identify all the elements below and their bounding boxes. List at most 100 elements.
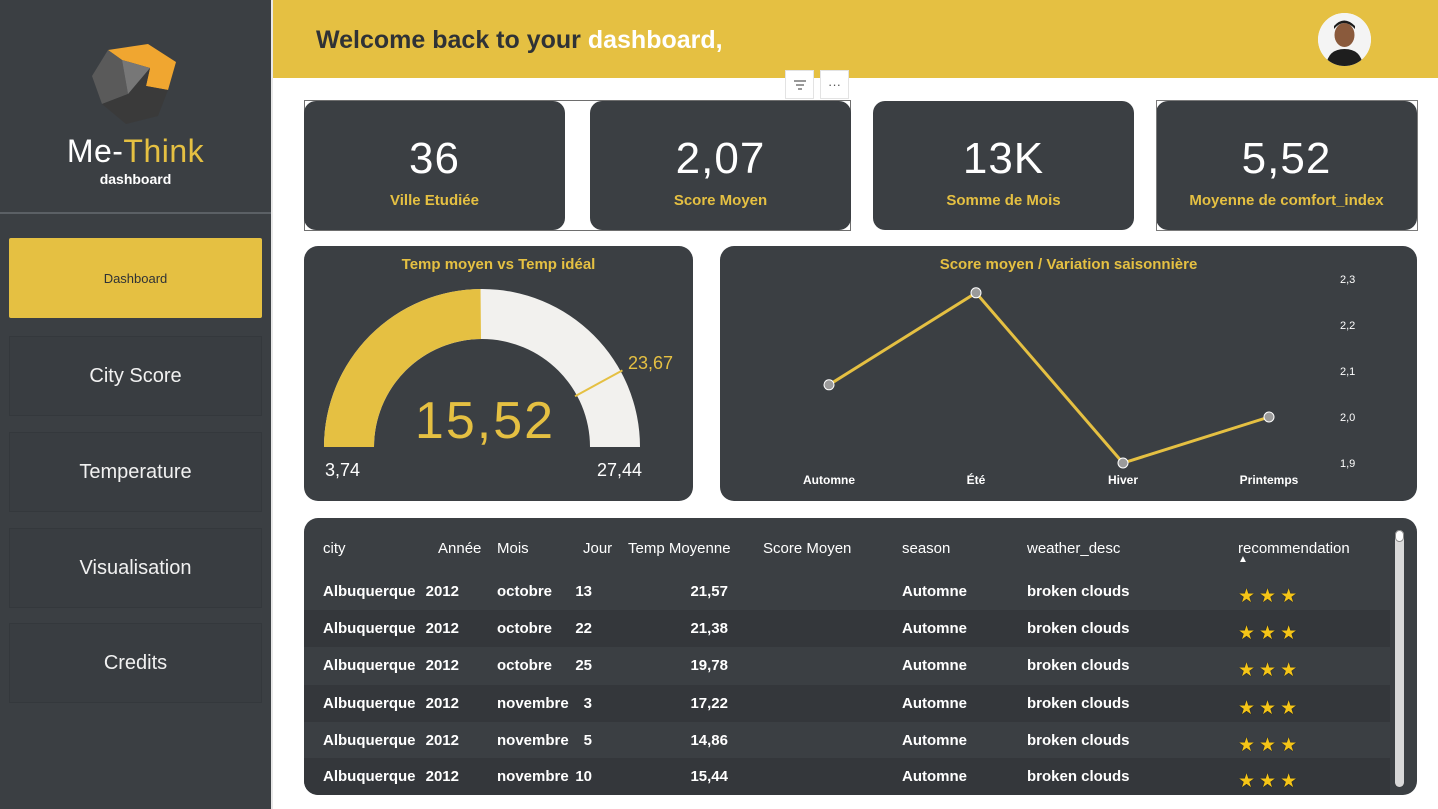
gauge-target-label: 23,67 [628,353,673,373]
table-row[interactable]: Albuquerque 2012 octobre 22 21,38 Automne brok… [304,610,1390,647]
table-cell: 13 [575,583,592,600]
table-cell: broken clouds [1027,732,1130,749]
y-tick-label: 2,3 [1340,274,1355,286]
y-tick-label: 2,0 [1340,412,1355,424]
table-cell: 10 [575,768,592,785]
column-header-temp-moyenne[interactable]: Temp Moyenne [628,540,731,557]
gauge-min-label: 3,74 [325,460,360,480]
kpi-value: 2,07 [675,134,766,183]
table-row[interactable]: Albuquerque 2012 novembre 10 15,44 Automne bro… [304,758,1390,795]
gauge-panel[interactable]: Temp moyen vs Temp idéal 15,52 3,74 27,4… [304,246,693,501]
table-cell: 2012 [425,583,459,600]
filter-icon [793,79,806,90]
table-cell: 19,78 [690,657,728,674]
selection-frame [1156,100,1418,231]
table-cell: 2012 [425,657,459,674]
table-cell: 3 [583,695,592,712]
line-chart: Automne Été Hiver Printemps 2,3 2,2 2,1 2,0 1,9 [803,274,1355,487]
table-cell: broken clouds [1027,768,1130,785]
table-cell: Albuquerque [323,583,416,600]
kpi-label: Ville Etudiée [390,192,479,209]
table-cell: novembre [497,768,569,785]
column-header-annee[interactable]: Année [438,540,481,557]
more-options-button[interactable]: ··· [820,70,849,99]
kpi-value: 36 [409,134,460,183]
table-scrollbar[interactable] [1395,530,1404,787]
kpi-value: 13K [962,134,1045,183]
column-header-score-moyen[interactable]: Score Moyen [763,540,851,557]
x-tick-label: Hiver [1108,473,1138,487]
data-table[interactable]: city Année Mois Jour Temp Moyenne Score … [304,518,1417,795]
column-header-recommendation[interactable]: recommendation [1238,540,1350,557]
table-cell: 21,57 [690,583,728,600]
star-rating: ★★★ [1238,586,1302,607]
table-cell: novembre [497,732,569,749]
x-tick-label: Été [967,472,986,487]
brand-subtitle: dashboard [99,171,172,187]
table-cell: 15,44 [690,768,728,785]
more-options-icon: ··· [828,77,841,92]
table-row[interactable]: Albuquerque 2012 octobre 25 19,78 Automne brok… [304,647,1390,684]
gauge-chart: 15,52 3,74 27,44 23,67 [324,289,673,480]
series-line [828,290,1270,465]
star-rating: ★★★ [1238,660,1302,681]
column-header-jour[interactable]: Jour [583,540,612,557]
table-cell: 17,22 [690,695,728,712]
y-tick-label: 2,2 [1340,320,1355,332]
table-cell: octobre [497,583,553,600]
filter-button[interactable] [785,70,814,99]
brand-name: Me-Think [66,133,205,169]
table-cell: octobre [497,657,553,674]
y-tick-label: 2,1 [1340,366,1355,378]
table-cell: Automne [902,657,967,674]
kpi-card-mois[interactable]: 13K Somme de Mois [873,101,1134,230]
kpi-card-ville[interactable]: 36 Ville Etudiée [304,101,565,230]
table-cell: Automne [902,732,967,749]
user-avatar[interactable] [1318,13,1371,66]
table-cell: novembre [497,695,569,712]
x-tick-label: Automne [803,473,855,487]
table-cell: broken clouds [1027,583,1130,600]
table-cell: 2012 [425,768,459,785]
nav-credits-button[interactable]: Credits [9,623,262,703]
gauge-max-label: 27,44 [597,460,642,480]
star-rating: ★★★ [1238,771,1302,792]
table-cell: Automne [902,695,967,712]
nav-visualisation-button[interactable]: Visualisation [9,528,262,608]
table-cell: 2012 [425,695,459,712]
column-header-season[interactable]: season [902,540,950,557]
me-think-logo [92,44,176,124]
table-cell: Automne [902,620,967,637]
table-cell: 21,38 [690,620,728,637]
nav-temperature-button[interactable]: Temperature [9,432,262,512]
kpi-label: Score Moyen [673,192,768,209]
column-header-mois[interactable]: Mois [497,540,529,557]
data-point[interactable] [970,287,982,299]
welcome-title: Welcome back to your dashboard, [316,26,723,54]
table-cell: 2012 [425,620,459,637]
data-point[interactable] [823,379,835,391]
table-cell: Albuquerque [323,732,416,749]
star-rating: ★★★ [1238,698,1302,719]
kpi-card-score[interactable]: 2,07 Score Moyen [590,101,851,230]
table-cell: Automne [902,768,967,785]
table-cell: 14,86 [690,732,728,749]
line-chart-panel[interactable]: Score moyen / Variation saisonnière Auto… [720,246,1417,501]
data-point[interactable] [1117,457,1129,469]
table-cell: Albuquerque [323,695,416,712]
y-tick-label: 1,9 [1340,458,1355,470]
data-point[interactable] [1263,411,1275,423]
column-header-city[interactable]: city [323,540,346,557]
table-row[interactable]: Albuquerque 2012 novembre 5 14,86 Automne brok… [304,722,1390,759]
sort-ascending-icon: ▲ [1238,554,1248,565]
table-cell: Automne [902,583,967,600]
nav-dashboard-button[interactable]: Dashboard [9,238,262,318]
sidebar-divider [0,212,271,214]
column-header-weather-desc[interactable]: weather_desc [1027,540,1120,557]
sidebar: Me-Think dashboard Dashboard City Score … [0,0,271,809]
table-scrollbar-thumb[interactable] [1395,530,1404,542]
table-row[interactable]: Albuquerque 2012 octobre 13 21,57 Automne brok… [304,573,1390,610]
nav-city-score-button[interactable]: City Score [9,336,262,416]
table-row[interactable]: Albuquerque 2012 novembre 3 17,22 Automne brok… [304,685,1390,722]
sidebar-edge [271,0,273,809]
